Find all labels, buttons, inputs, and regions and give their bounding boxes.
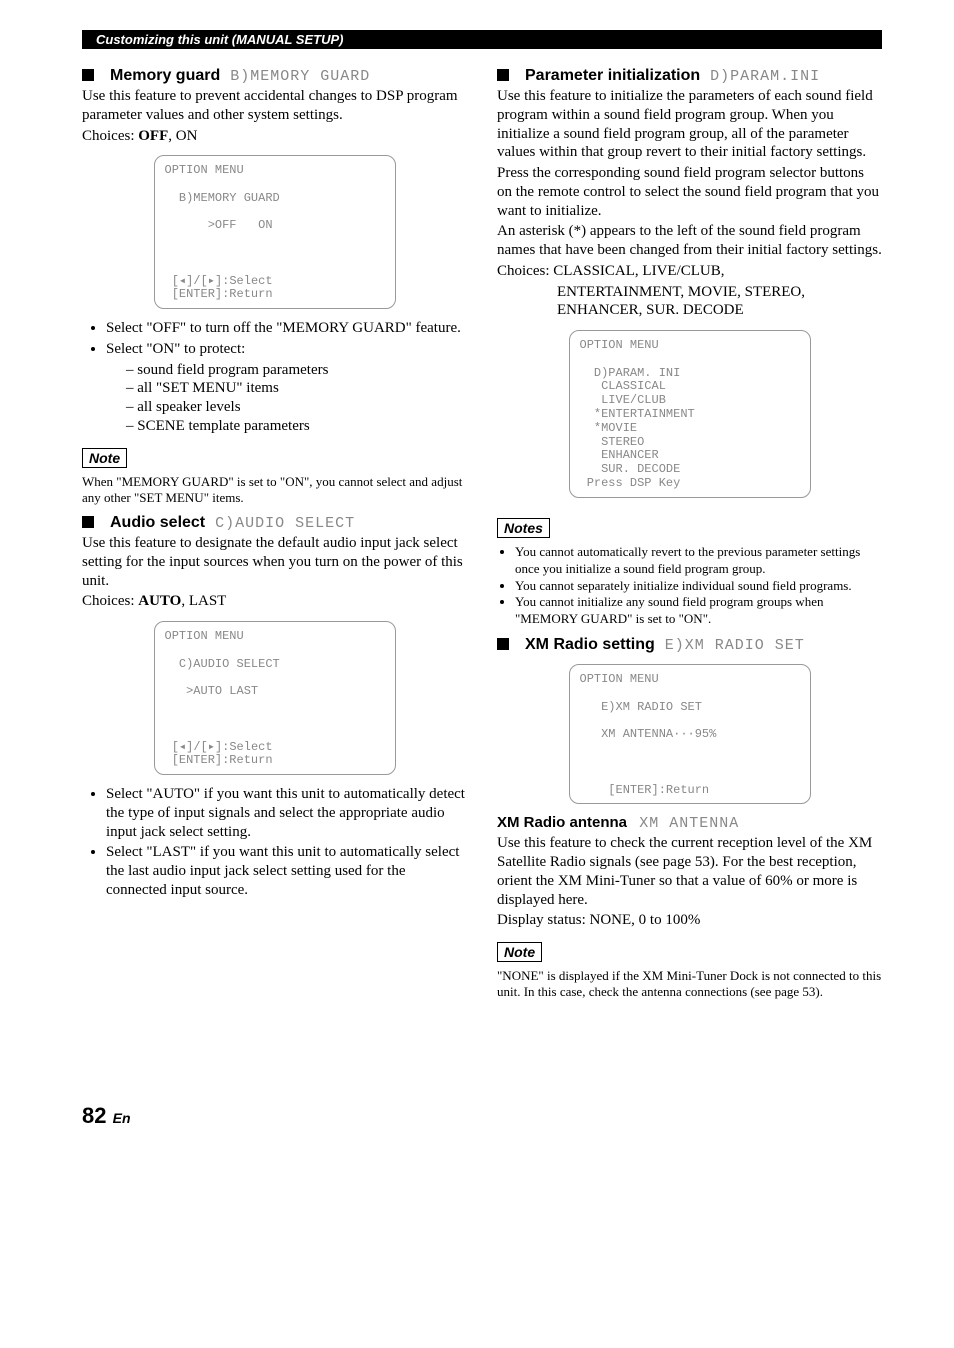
param-ini-lcd: OPTION MENU D)PARAM. INI CLASSICAL LIVE/… [569,330,811,498]
audio-select-heading: Audio select C)AUDIO SELECT [82,514,467,532]
xm-radio-title: XM Radio setting [525,636,655,654]
left-column: Memory guard B)MEMORY GUARD Use this fea… [82,59,467,1003]
memory-guard-title: Memory guard [110,67,220,85]
list-item: Select "ON" to protect: sound field prog… [106,340,467,436]
pi-para2: Press the corresponding sound field prog… [497,164,882,220]
list-item: sound field program parameters [126,361,467,380]
square-icon [82,516,94,528]
xm-antenna-title: XM Radio antenna [497,814,627,831]
as-bullets: Select "AUTO" if you want this unit to a… [82,785,467,900]
square-icon [497,69,509,81]
pi-choices2: ENTERTAINMENT, MOVIE, STEREO, ENHANCER, … [497,283,882,321]
xm-radio-code: E)XM RADIO SET [665,637,805,654]
as-para: Use this feature to designate the defaul… [82,534,467,590]
xm-antenna-subhead: XM Radio antenna XM ANTENNA [497,814,882,832]
list-item: Select "AUTO" if you want this unit to a… [106,785,467,841]
list-item: Select "OFF" to turn off the "MEMORY GUA… [106,319,467,338]
list-item: You cannot initialize any sound field pr… [515,594,882,628]
pi-notes: You cannot automatically revert to the p… [497,544,882,628]
main-columns: Memory guard B)MEMORY GUARD Use this fea… [82,59,882,1003]
note-label: Note [82,448,127,468]
mg-bullet2: Select "ON" to protect: [106,341,245,357]
note-label: Note [497,942,542,962]
page-number: 82 En [82,1103,882,1129]
header-bar: Customizing this unit (MANUAL SETUP) [82,30,882,49]
mg-choices: Choices: OFF, ON [82,127,467,146]
list-item: You cannot separately initialize individ… [515,578,882,595]
param-ini-heading: Parameter initialization D)PARAM.INI [497,67,882,85]
pi-para3: An asterisk (*) appears to the left of t… [497,222,882,260]
page-lang: En [113,1110,131,1126]
xm-note: "NONE" is displayed if the XM Mini-Tuner… [497,968,882,1001]
audio-select-lcd: OPTION MENU C)AUDIO SELECT >AUTO LAST [◂… [154,621,396,775]
square-icon [497,638,509,650]
audio-select-code: C)AUDIO SELECT [215,515,355,532]
memory-guard-code: B)MEMORY GUARD [230,68,370,85]
page-number-value: 82 [82,1103,106,1128]
mg-bullets: Select "OFF" to turn off the "MEMORY GUA… [82,319,467,436]
pi-para1: Use this feature to initialize the param… [497,87,882,162]
memory-guard-heading: Memory guard B)MEMORY GUARD [82,67,467,85]
xm-para2: Display status: NONE, 0 to 100% [497,911,882,930]
xm-radio-lcd: OPTION MENU E)XM RADIO SET XM ANTENNA···… [569,664,811,804]
list-item: all "SET MENU" items [126,379,467,398]
xm-radio-heading: XM Radio setting E)XM RADIO SET [497,636,882,654]
square-icon [82,69,94,81]
list-item: all speaker levels [126,398,467,417]
param-ini-title: Parameter initialization [525,67,700,85]
memory-guard-lcd: OPTION MENU B)MEMORY GUARD >OFF ON [◂]/[… [154,155,396,309]
list-item: Select "LAST" if you want this unit to a… [106,843,467,899]
list-item: SCENE template parameters [126,417,467,436]
notes-label: Notes [497,518,550,538]
mg-dashes: sound field program parameters all "SET … [106,361,467,436]
param-ini-code: D)PARAM.INI [710,68,820,85]
mg-para1: Use this feature to prevent accidental c… [82,87,467,125]
pi-choices1: Choices: CLASSICAL, LIVE/CLUB, [497,262,882,281]
audio-select-title: Audio select [110,514,205,532]
list-item: You cannot automatically revert to the p… [515,544,882,578]
as-choices: Choices: AUTO, LAST [82,592,467,611]
right-column: Parameter initialization D)PARAM.INI Use… [497,59,882,1003]
xm-para1: Use this feature to check the current re… [497,834,882,909]
xm-antenna-code: XM ANTENNA [639,815,739,832]
mg-note: When "MEMORY GUARD" is set to "ON", you … [82,474,467,507]
